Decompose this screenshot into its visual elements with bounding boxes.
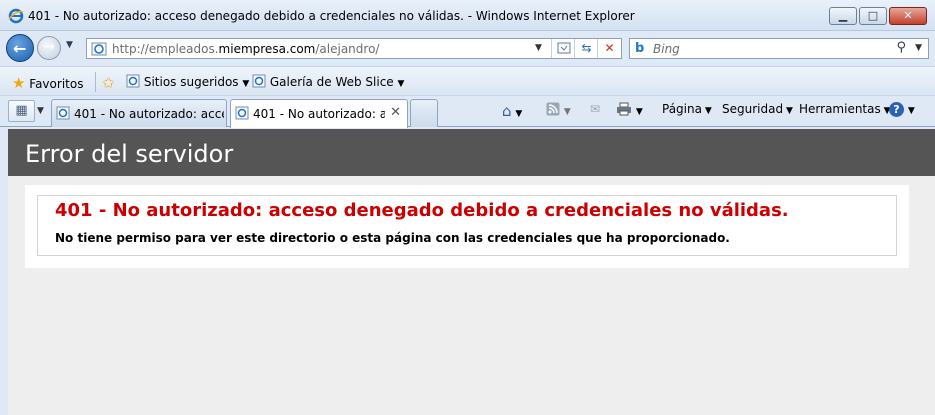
divider xyxy=(95,72,96,92)
chevron-down-icon: ▼ xyxy=(635,107,643,117)
tools-menu-button[interactable]: Herramientas ▼ xyxy=(799,102,891,116)
ie-logo-icon xyxy=(8,8,24,27)
rss-feed-icon xyxy=(546,102,564,117)
error-description: No tiene permiso para ver este directori… xyxy=(55,231,730,245)
forward-arrow-icon: → xyxy=(43,39,55,55)
ie-page-icon xyxy=(56,106,70,123)
chevron-down-icon: ▼ xyxy=(563,107,571,117)
add-favorite-star-icon: ✩ xyxy=(102,74,115,92)
chevron-down-icon: ▼ xyxy=(397,79,405,89)
favorites-bar: ★ Favoritos ✩ Sitios sugeridos ▼ Galería… xyxy=(0,66,935,96)
close-icon: ✕ xyxy=(903,9,913,22)
print-button[interactable]: ▼ xyxy=(616,102,643,117)
ie-page-icon xyxy=(235,106,249,123)
search-icon[interactable]: ⚲ xyxy=(896,40,906,55)
suggested-sites-button[interactable]: Sitios sugeridos ▼ xyxy=(126,74,249,89)
page-header: Error del servidor xyxy=(8,129,935,176)
mail-icon: ✉ xyxy=(590,102,601,116)
quick-tabs-button[interactable]: ▦ xyxy=(8,100,35,122)
navigation-bar: ← → ▼ http://empleados.miempresa.com/ale… xyxy=(0,31,935,65)
tab-label: 401 - No autorizado: ac... xyxy=(253,107,385,121)
page-icon xyxy=(91,42,107,59)
close-window-button[interactable]: ✕ xyxy=(889,7,927,25)
page-title: Error del servidor xyxy=(25,140,234,168)
feeds-button[interactable]: ▼ xyxy=(546,102,571,117)
tab-1[interactable]: 401 - No autorizado: acces... xyxy=(51,99,227,127)
browser-window: 401 - No autorizado: acceso denegado deb… xyxy=(0,0,935,415)
title-bar: 401 - No autorizado: acceso denegado deb… xyxy=(0,0,935,31)
ie-page-icon xyxy=(252,74,270,89)
refresh-button[interactable]: ⇆ xyxy=(574,39,598,58)
home-icon: ⌂ xyxy=(502,102,512,120)
maximize-icon: □ xyxy=(867,9,879,22)
tab-label: 401 - No autorizado: acces... xyxy=(74,107,224,121)
forward-button[interactable]: → xyxy=(37,36,61,60)
search-options-dropdown-icon[interactable]: ▼ xyxy=(915,43,922,53)
page-content: Error del servidor 401 - No autorizado: … xyxy=(8,129,935,415)
tab-2-active[interactable]: 401 - No autorizado: ac... ✕ xyxy=(230,99,408,128)
page-menu-button[interactable]: Página ▼ xyxy=(662,102,712,116)
quick-tabs-grid-icon: ▦ xyxy=(15,103,28,118)
safety-menu-button[interactable]: Seguridad ▼ xyxy=(722,102,793,116)
chevron-down-icon: ▼ xyxy=(242,79,250,89)
help-icon: ? xyxy=(889,102,904,117)
chevron-down-icon: ▼ xyxy=(701,106,712,116)
new-tab-button[interactable] xyxy=(410,99,438,127)
minimize-button[interactable]: ▁ xyxy=(829,7,857,25)
error-box: 401 - No autorizado: acceso denegado deb… xyxy=(37,195,897,256)
url-text[interactable]: http://empleados.miempresa.com/alejandro… xyxy=(112,42,379,56)
chevron-down-icon: ▼ xyxy=(907,106,915,116)
printer-icon xyxy=(616,102,636,117)
web-slice-gallery-button[interactable]: Galería de Web Slice ▼ xyxy=(252,74,404,89)
address-dropdown-icon[interactable]: ▼ xyxy=(535,43,542,53)
address-bar[interactable]: http://empleados.miempresa.com/alejandro… xyxy=(86,38,622,59)
chevron-down-icon: ▼ xyxy=(783,106,793,116)
tab-bar: ▦ ▼ 401 - No autorizado: acces... 401 - … xyxy=(0,96,935,128)
close-tab-icon[interactable]: ✕ xyxy=(390,105,401,120)
window-title: 401 - No autorizado: acceso denegado deb… xyxy=(28,9,635,23)
recent-pages-dropdown[interactable]: ▼ xyxy=(66,40,73,50)
bing-icon: b xyxy=(635,41,645,56)
read-mail-button[interactable]: ✉ xyxy=(590,102,600,116)
back-arrow-icon: ← xyxy=(13,39,27,58)
add-to-favorites-bar-button[interactable]: ✩ xyxy=(102,74,115,92)
content-panel: 401 - No autorizado: acceso denegado deb… xyxy=(25,185,909,268)
favorites-star-icon: ★ xyxy=(12,74,26,92)
search-box[interactable]: b Bing ⚲ ▼ xyxy=(629,38,929,59)
search-placeholder: Bing xyxy=(653,42,680,56)
back-button[interactable]: ← xyxy=(6,34,34,62)
chevron-down-icon: ▼ xyxy=(515,109,523,119)
minimize-icon: ▁ xyxy=(838,9,848,22)
ie-page-icon xyxy=(126,74,144,89)
stop-button[interactable]: ✕ xyxy=(597,39,621,58)
error-title: 401 - No autorizado: acceso denegado deb… xyxy=(55,200,789,221)
maximize-button[interactable]: □ xyxy=(859,7,887,25)
tab-list-dropdown-icon[interactable]: ▼ xyxy=(37,106,44,116)
favorites-button[interactable]: ★ Favoritos xyxy=(12,74,83,92)
compatibility-view-button[interactable] xyxy=(551,39,575,58)
home-button[interactable]: ⌂ ▼ xyxy=(502,102,522,120)
help-button[interactable]: ? ▼ xyxy=(889,102,915,117)
